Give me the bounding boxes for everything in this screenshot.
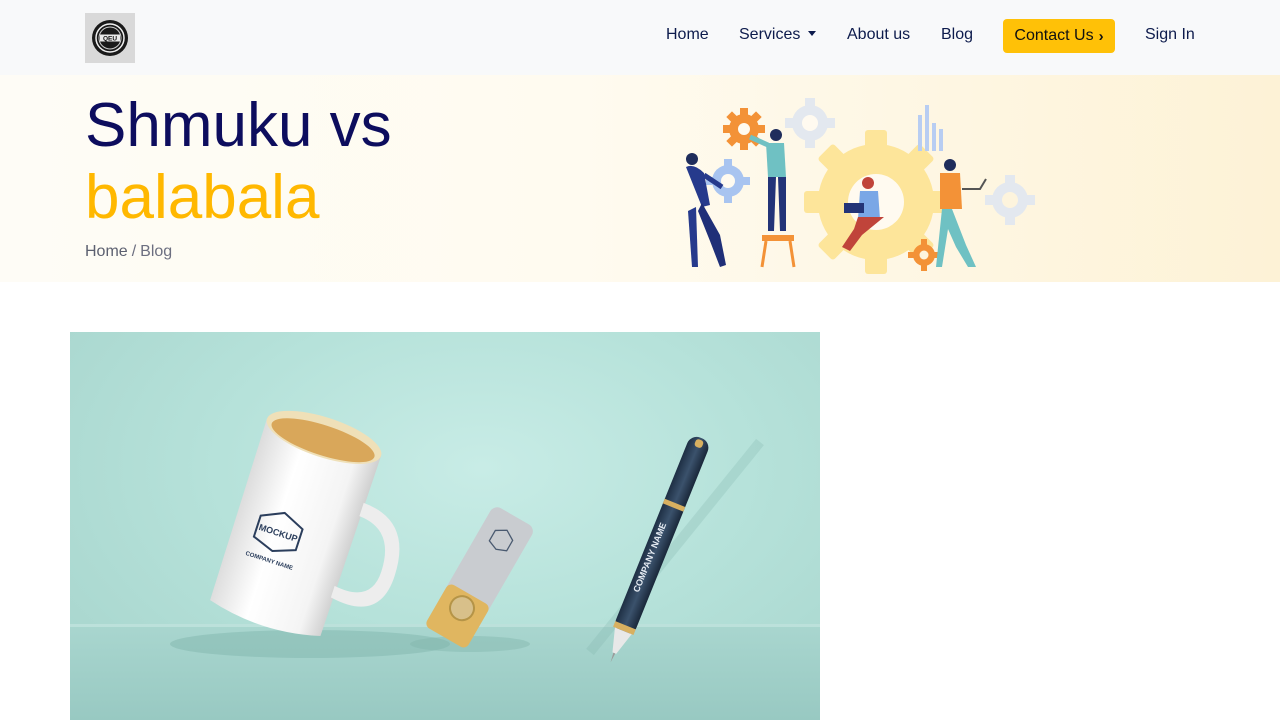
mug-mockup: MOCKUP COMPANY NAME [210, 410, 400, 637]
brand-logo[interactable]: QEU [85, 13, 135, 63]
nav-services[interactable]: Services [739, 24, 817, 46]
logo-text: QEU [103, 35, 117, 42]
navbar: QEU Home Services About us Blog Contact … [0, 0, 1280, 75]
small-gear-icon [785, 98, 835, 148]
page-title-line2: balabala [85, 163, 320, 232]
chevron-right-icon: › [1098, 27, 1104, 45]
contact-us-label: Contact Us [1014, 27, 1094, 44]
contact-us-button[interactable]: Contact Us › [1003, 19, 1115, 53]
nav-sign-in[interactable]: Sign In [1145, 24, 1195, 46]
blog-featured-image: MOCKUP COMPANY NAME COMPANY NAME [70, 332, 820, 720]
nav-services-label: Services [739, 26, 801, 43]
teamwork-gears-illustration [686, 98, 1035, 274]
logo-emblem-icon: QEU [92, 20, 128, 56]
nav-blog[interactable]: Blog [941, 24, 973, 46]
page-title-line1: Shmuku vs [85, 91, 392, 160]
breadcrumb: Home / Blog [85, 243, 172, 261]
breadcrumb-separator: / [131, 243, 137, 260]
page-hero: Shmuku vs balabala Home / Blog [0, 75, 1280, 282]
nav-about[interactable]: About us [847, 24, 910, 46]
bar-chart-icon [918, 105, 943, 151]
breadcrumb-home[interactable]: Home [85, 243, 128, 260]
person-walking-icon [936, 159, 987, 267]
person-standing-icon [748, 129, 796, 268]
nav-home[interactable]: Home [666, 24, 709, 46]
chevron-down-icon [808, 31, 817, 36]
breadcrumb-current: Blog [140, 243, 173, 260]
merchandise-mockup-image: MOCKUP COMPANY NAME COMPANY NAME [70, 410, 820, 720]
page-title: Shmuku vs balabala [85, 90, 392, 234]
